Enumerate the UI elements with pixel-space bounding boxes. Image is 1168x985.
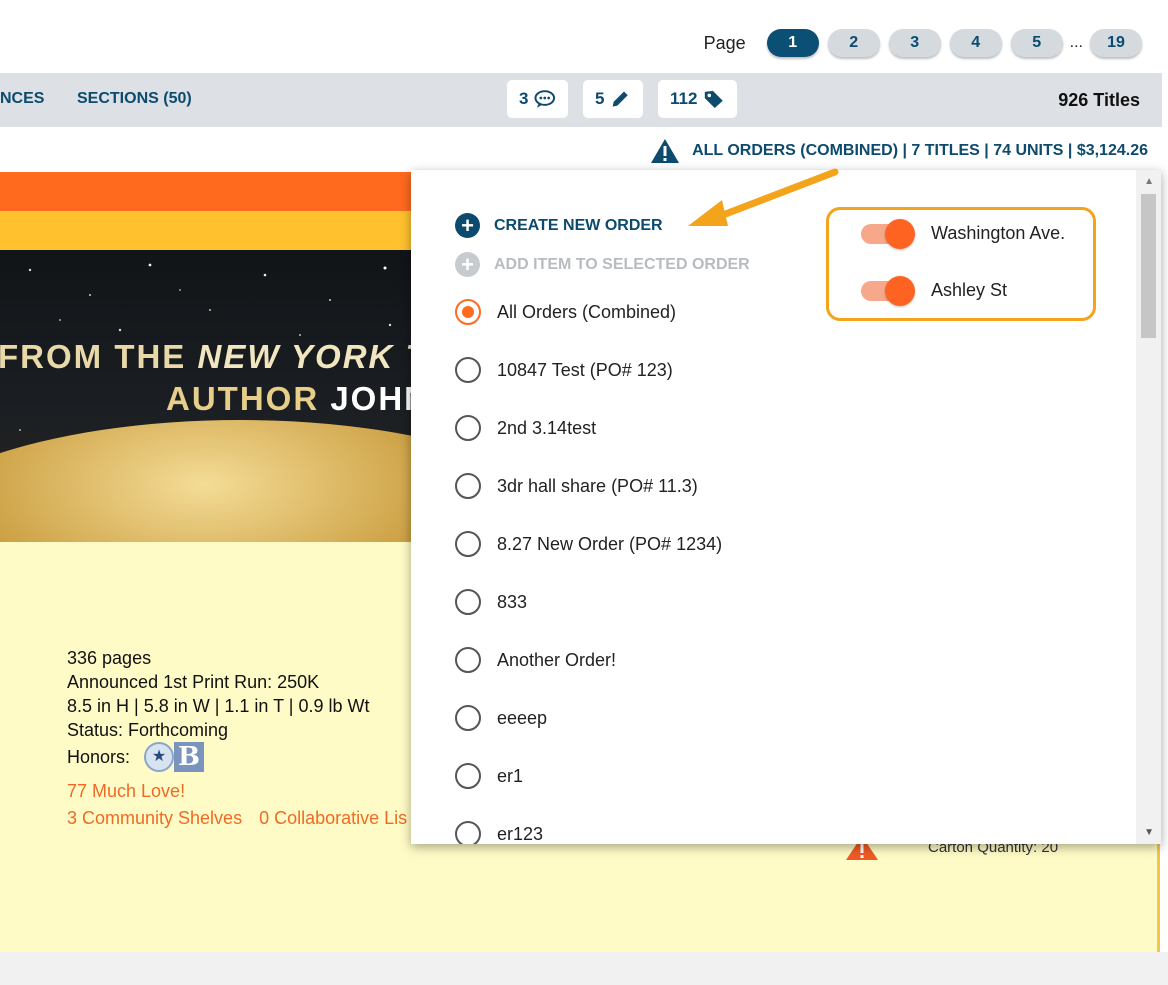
order-label: 8.27 New Order (PO# 1234) [497, 533, 723, 554]
order-label: er123 [497, 823, 544, 844]
honor-b-icon: B [174, 742, 205, 772]
store-toggle[interactable] [861, 219, 917, 249]
book-links: 77 Much Love! 3 Community Shelves 0 Coll… [67, 778, 407, 832]
comment-icon [534, 90, 556, 108]
detail-pages: 336 pages [67, 648, 152, 668]
add-item-to-order-button[interactable]: + ADD ITEM TO SELECTED ORDER [455, 252, 750, 277]
radio[interactable] [455, 357, 481, 383]
book-details: 336 pages Announced 1st Print Run: 250K … [67, 646, 370, 772]
page-button-1[interactable]: 1 [766, 29, 819, 57]
order-option[interactable]: er123 [455, 805, 722, 844]
order-label: 3dr hall share (PO# 11.3) [497, 475, 698, 496]
order-label: 2nd 3.14test [497, 417, 597, 438]
nav-item-sections[interactable]: SECTIONS (50) [77, 90, 192, 108]
store-toggle-row: Ashley St [861, 276, 1008, 306]
scrollbar-thumb[interactable] [1141, 194, 1156, 338]
banner-line-2: AUTHOR JOHN [166, 380, 420, 417]
notes-chip[interactable]: 5 [583, 80, 643, 118]
add-item-label: ADD ITEM TO SELECTED ORDER [494, 255, 750, 273]
detail-dimensions: 8.5 in H | 5.8 in W | 1.1 in T | 0.9 lb … [67, 696, 370, 716]
honor-star-icon: ★ [144, 742, 175, 772]
order-option[interactable]: 10847 Test (PO# 123) [455, 341, 722, 399]
radio[interactable] [455, 531, 481, 557]
detail-status: Status: Forthcoming [67, 720, 229, 740]
honor-badge[interactable]: ★ B [144, 742, 205, 772]
order-dropdown: + CREATE NEW ORDER + ADD ITEM TO SELECTE… [411, 170, 1161, 844]
honors-row: Honors: ★ B [67, 742, 370, 772]
page-button-5[interactable]: 5 [1010, 29, 1063, 57]
tags-chip[interactable]: 112 [658, 80, 737, 118]
much-love-link[interactable]: 77 Much Love! [67, 781, 185, 801]
honors-label: Honors: [67, 747, 131, 767]
order-option[interactable]: 2nd 3.14test [455, 399, 722, 457]
annotation-arrow-icon [688, 168, 839, 226]
scroll-up-icon[interactable]: ▲ [1144, 176, 1154, 187]
order-option[interactable]: 833 [455, 573, 722, 631]
order-label: eeeep [497, 707, 548, 728]
plus-circle-icon: + [455, 252, 480, 277]
plus-circle-icon: + [455, 213, 480, 238]
radio[interactable] [455, 821, 481, 844]
order-list: All Orders (Combined) 10847 Test (PO# 12… [455, 298, 722, 844]
order-label: 833 [497, 591, 528, 612]
community-shelves-link[interactable]: 3 Community Shelves [67, 808, 242, 828]
scroll-down-icon[interactable]: ▼ [1144, 827, 1154, 838]
order-option[interactable]: eeeep [455, 689, 722, 747]
order-option[interactable]: er1 [455, 747, 722, 805]
radio[interactable] [455, 589, 481, 615]
tags-count: 112 [670, 89, 698, 108]
order-label: All Orders (Combined) [497, 301, 677, 322]
order-option[interactable]: All Orders (Combined) [455, 298, 722, 326]
footer-strip [0, 952, 1168, 985]
page-button-3[interactable]: 3 [888, 29, 941, 57]
radio[interactable] [455, 763, 481, 789]
planet-graphic [0, 420, 420, 542]
detail-print-run: Announced 1st Print Run: 250K [67, 672, 320, 692]
radio[interactable] [455, 705, 481, 731]
book-cover-banner: FROM THE NEW YORK TI AUTHOR JOHN [0, 250, 420, 542]
order-option[interactable]: Another Order! [455, 631, 722, 689]
radio[interactable] [455, 415, 481, 441]
store-label: Washington Ave. [931, 222, 1066, 243]
store-label: Ashley St [931, 279, 1008, 300]
order-label: Another Order! [497, 649, 617, 670]
orange-band [0, 172, 420, 211]
order-option[interactable]: 3dr hall share (PO# 11.3) [455, 457, 722, 515]
radio[interactable] [455, 647, 481, 673]
order-label: er1 [497, 765, 524, 786]
yellow-band [0, 211, 420, 250]
nav-item-preferences[interactable]: NCES [0, 90, 44, 108]
comments-chip[interactable]: 3 [507, 80, 568, 118]
create-new-order-label: CREATE NEW ORDER [494, 216, 663, 234]
page-button-last[interactable]: 19 [1090, 29, 1142, 57]
tag-icon [705, 90, 724, 108]
page-label: Page [703, 32, 746, 53]
titles-count: 926 Titles [1058, 90, 1140, 110]
page-ellipsis: ... [1069, 34, 1083, 51]
notes-count: 5 [595, 89, 605, 108]
nav-bar: NCES SECTIONS (50) 3 5 112 926 Titles [0, 73, 1162, 127]
comments-count: 3 [519, 89, 529, 108]
order-label: 10847 Test (PO# 123) [497, 359, 673, 380]
panel-border [1157, 843, 1160, 953]
warning-icon [651, 139, 680, 163]
order-summary-text: ALL ORDERS (COMBINED) | 7 TITLES | 74 UN… [692, 142, 1148, 159]
page-button-4[interactable]: 4 [949, 29, 1002, 57]
store-toggles: Washington Ave. Ashley St [826, 207, 1096, 321]
collaborative-lists-link[interactable]: 0 Collaborative Lis [259, 808, 407, 828]
store-toggle[interactable] [861, 276, 917, 306]
store-toggle-row: Washington Ave. [861, 219, 1066, 249]
radio-selected[interactable] [455, 299, 481, 325]
pagination: Page 1 2 3 4 5 ... 19 [704, 28, 1142, 58]
radio[interactable] [455, 473, 481, 499]
order-summary[interactable]: ALL ORDERS (COMBINED) | 7 TITLES | 74 UN… [650, 138, 1148, 164]
banner-line-1: FROM THE NEW YORK TI [0, 338, 420, 375]
order-option[interactable]: 8.27 New Order (PO# 1234) [455, 515, 722, 573]
create-new-order-button[interactable]: + CREATE NEW ORDER [455, 213, 663, 238]
pencil-icon [613, 91, 629, 107]
page-button-2[interactable]: 2 [827, 29, 880, 57]
